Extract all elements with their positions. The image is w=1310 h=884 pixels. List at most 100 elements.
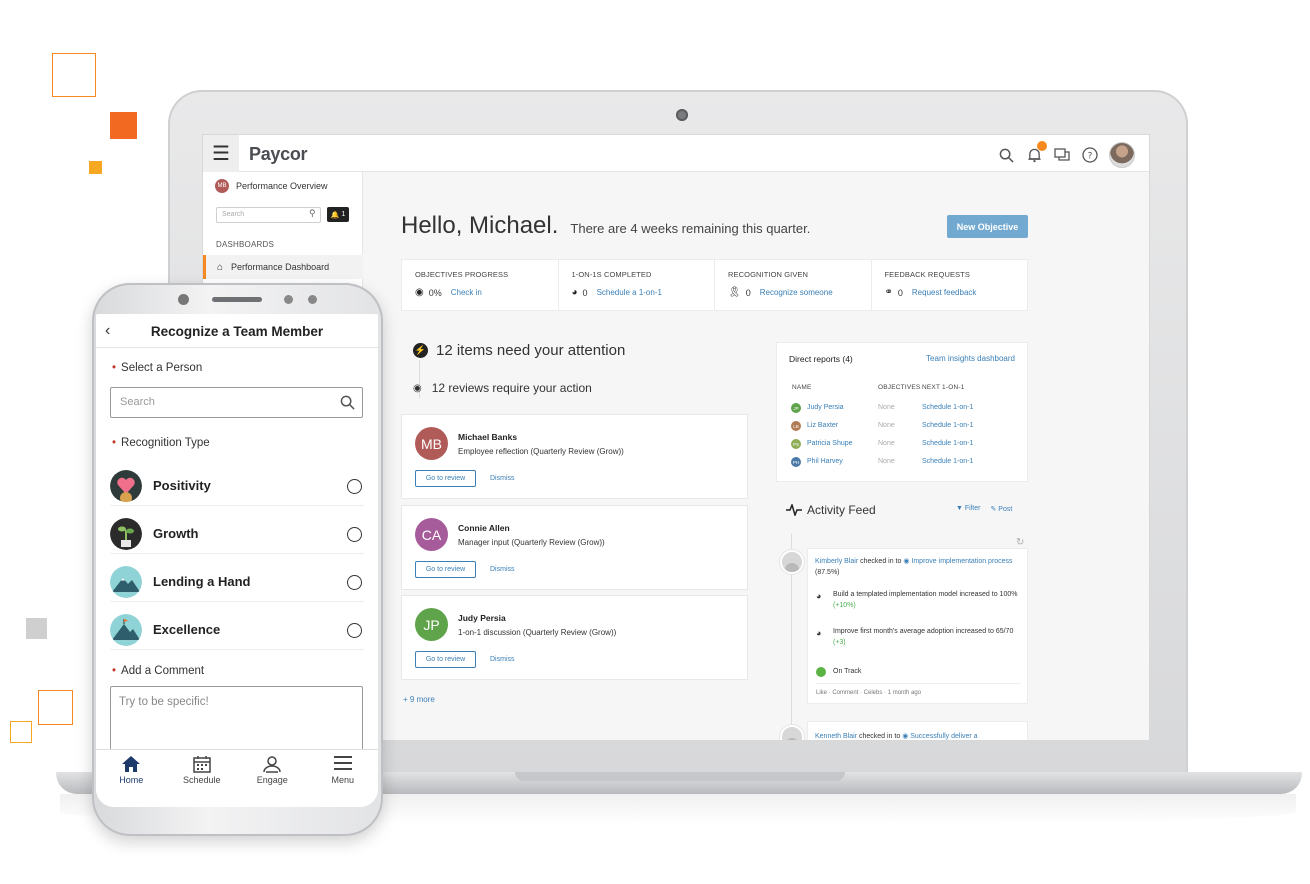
sidebar-notifications[interactable]: 🔔 1 <box>327 207 349 222</box>
stat-row: ⚭ 0 Request feedback <box>885 287 1028 298</box>
kr-text: Improve first month's average adoption i… <box>833 628 994 635</box>
card-description: Manager input (Quarterly Review (Grow)) <box>458 538 605 547</box>
stat-value: 0% <box>428 287 442 298</box>
team-insights-link[interactable]: Team insights dashboard <box>926 354 1015 363</box>
required-marker: • <box>112 362 117 374</box>
stat-objectives-progress: OBJECTIVES PROGRESS ◉ 0% Check in <box>402 260 559 310</box>
required-marker: • <box>112 437 117 449</box>
deco-square-outline-orange <box>52 53 96 97</box>
user-avatar[interactable] <box>1109 142 1135 168</box>
column-header-next: NEXT 1-ON-1 <box>922 384 965 391</box>
search-icon <box>340 395 355 410</box>
nav-home[interactable]: Home <box>96 750 167 807</box>
report-name[interactable]: Liz Baxter <box>807 422 838 429</box>
feed-entry-footer[interactable]: Like · Comment · Celebs · 1 month ago <box>816 690 921 696</box>
recognize-someone-link[interactable]: Recognize someone <box>760 288 833 297</box>
search-icon: ⚲ <box>309 208 316 218</box>
help-icon[interactable]: ? <box>1081 146 1099 164</box>
dismiss-link[interactable]: Dismiss <box>490 656 515 663</box>
report-name[interactable]: Patricia Shupe <box>807 440 853 447</box>
stat-row: ◕ 0 Schedule a 1-on-1 <box>572 287 715 298</box>
report-name[interactable]: Judy Persia <box>807 404 844 411</box>
status-text: On Track <box>833 668 862 675</box>
go-to-review-button[interactable]: Go to review <box>415 470 476 487</box>
stat-row: ◉ 0% Check in <box>415 287 558 298</box>
recognition-option-excellence[interactable]: Excellence <box>110 610 364 650</box>
marketing-stage: ☰ Paycor ? MB Performance Overview Searc… <box>0 0 1310 884</box>
objective-title: Improve implementation process <box>911 558 1013 565</box>
top-icons: ? <box>997 141 1135 168</box>
recognition-type-text: Recognition Type <box>121 437 210 449</box>
nav-schedule[interactable]: Schedule <box>167 750 238 807</box>
feed-author-link[interactable]: Kimberly Blair <box>815 558 858 565</box>
card-name: Judy Persia <box>458 613 506 623</box>
post-button[interactable]: ✎ Post <box>990 505 1012 513</box>
laptop-notch <box>515 772 845 781</box>
recognition-option-name: Excellence <box>153 622 221 637</box>
direct-report-row: PH Phil Harvey None Schedule 1-on-1 <box>791 457 1021 469</box>
comment-label-text: Add a Comment <box>121 665 205 677</box>
target-icon: ◉ <box>415 287 424 298</box>
recognition-option-lending-a-hand[interactable]: Lending a Hand <box>110 562 364 602</box>
go-to-review-button[interactable]: Go to review <box>415 561 476 578</box>
recognition-option-positivity[interactable]: Positivity <box>110 466 364 506</box>
card-name: Connie Allen <box>458 523 510 533</box>
hamburger-menu-icon[interactable]: ☰ <box>203 135 239 172</box>
radio-button[interactable] <box>347 575 362 590</box>
schedule-one-on-one-link[interactable]: Schedule a 1-on-1 <box>597 288 662 297</box>
sidebar-search-input[interactable]: Search <box>216 207 321 223</box>
stat-recognition: RECOGNITION GIVEN 🎗 0 Recognize someone <box>715 260 872 310</box>
more-items-link[interactable]: + 9 more <box>403 695 435 704</box>
feed-objective-link[interactable]: ◉ Improve implementation process <box>903 558 1012 565</box>
schedule-one-on-one-link[interactable]: Schedule 1-on-1 <box>922 458 973 465</box>
search-icon[interactable] <box>997 146 1015 164</box>
deco-square-gray <box>26 618 47 639</box>
kr-delta: (+10%) <box>833 602 856 609</box>
radio-button[interactable] <box>347 479 362 494</box>
recognition-option-name: Positivity <box>153 478 211 493</box>
person-search-input[interactable]: Search <box>110 387 363 418</box>
phone-screen: ‹ Recognize a Team Member • Select a Pers… <box>96 314 378 807</box>
schedule-one-on-one-link[interactable]: Schedule 1-on-1 <box>922 422 973 429</box>
schedule-one-on-one-link[interactable]: Schedule 1-on-1 <box>922 440 973 447</box>
schedule-one-on-one-link[interactable]: Schedule 1-on-1 <box>922 404 973 411</box>
card-description: 1-on-1 discussion (Quarterly Review (Gro… <box>458 628 617 637</box>
feed-objective-pct: (87.5%) <box>815 569 840 576</box>
nav-menu[interactable]: Menu <box>308 750 379 807</box>
go-to-review-button[interactable]: Go to review <box>415 651 476 668</box>
feed-objective-link[interactable]: ◉ Successfully deliver a <box>902 733 977 740</box>
radio-button[interactable] <box>347 623 362 638</box>
comment-textarea[interactable]: Try to be specific! <box>110 686 363 756</box>
filter-label: Filter <box>964 505 981 512</box>
feed-author-link[interactable]: Kenneth Blair <box>815 733 857 740</box>
sidebar-header[interactable]: MB Performance Overview <box>215 179 328 193</box>
pencil-icon: ✎ <box>990 506 997 513</box>
sidebar-item-performance-dashboard[interactable]: ⌂ Performance Dashboard <box>203 255 363 279</box>
gauge-icon: ◕ <box>816 628 822 638</box>
stat-label: 1-ON-1S COMPLETED <box>571 270 652 279</box>
chat-icon[interactable] <box>1053 146 1071 164</box>
feed-actions: ▼ Filter ✎ Post <box>956 505 1012 513</box>
recognition-type-label: • Recognition Type <box>112 437 210 449</box>
stat-label: FEEDBACK REQUESTS <box>884 270 970 279</box>
greeting-subtitle: There are 4 weeks remaining this quarter… <box>570 221 811 236</box>
report-objectives: None <box>878 458 895 465</box>
column-header-name: NAME <box>792 384 812 391</box>
sidebar-item-label: Performance Dashboard <box>231 262 330 272</box>
engage-icon <box>262 755 282 775</box>
phone-title: Recognize a Team Member <box>150 324 324 339</box>
check-in-link[interactable]: Check in <box>451 288 482 297</box>
notifications-bell-icon[interactable] <box>1025 141 1047 164</box>
dismiss-link[interactable]: Dismiss <box>490 566 515 573</box>
nav-engage[interactable]: Engage <box>237 750 308 807</box>
report-name[interactable]: Phil Harvey <box>807 458 843 465</box>
recognition-option-growth[interactable]: Growth <box>110 514 364 554</box>
request-feedback-link[interactable]: Request feedback <box>912 288 977 297</box>
radio-button[interactable] <box>347 527 362 542</box>
filter-button[interactable]: ▼ Filter <box>956 505 980 513</box>
new-objective-button[interactable]: New Objective <box>947 215 1028 238</box>
attention-heading: ⚡ 12 items need your attention <box>413 342 625 359</box>
refresh-icon[interactable]: ↻ <box>1016 537 1024 548</box>
dismiss-link[interactable]: Dismiss <box>490 475 515 482</box>
deco-square-orange <box>110 112 137 139</box>
